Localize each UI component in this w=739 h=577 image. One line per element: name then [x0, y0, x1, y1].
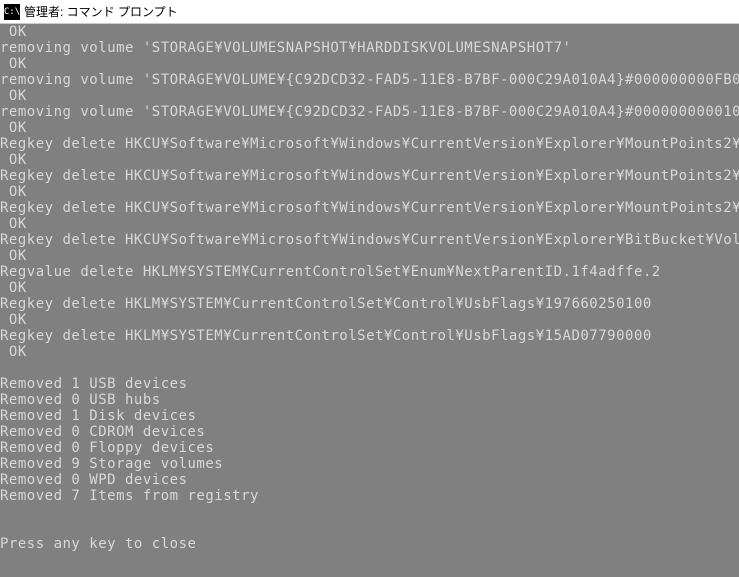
terminal-line: Removed 0 CDROM devices [0, 424, 739, 440]
terminal-line: Removed 0 WPD devices [0, 472, 739, 488]
cmd-icon: C:\ [4, 4, 20, 20]
terminal-line: OK [0, 24, 739, 40]
terminal-line: Removed 9 Storage volumes [0, 456, 739, 472]
terminal-line [0, 520, 739, 536]
terminal-line: removing volume 'STORAGE¥VOLUMESNAPSHOT¥… [0, 40, 739, 56]
terminal-line: removing volume 'STORAGE¥VOLUME¥{C92DCD3… [0, 72, 739, 88]
terminal-line: OK [0, 312, 739, 328]
terminal-output[interactable]: OKremoving volume 'STORAGE¥VOLUMESNAPSHO… [0, 24, 739, 577]
terminal-line: Removed 0 USB hubs [0, 392, 739, 408]
terminal-line: OK [0, 280, 739, 296]
terminal-line: Press any key to close [0, 536, 739, 552]
terminal-line: Removed 7 Items from registry [0, 488, 739, 504]
terminal-line: Regkey delete HKLM¥SYSTEM¥CurrentControl… [0, 328, 739, 344]
window-title: 管理者: コマンド プロンプト [24, 3, 178, 20]
terminal-line: OK [0, 152, 739, 168]
terminal-line: Removed 1 Disk devices [0, 408, 739, 424]
command-prompt-window: C:\ 管理者: コマンド プロンプト OKremoving volume 'S… [0, 0, 739, 577]
terminal-line: OK [0, 88, 739, 104]
terminal-line: Regkey delete HKCU¥Software¥Microsoft¥Wi… [0, 168, 739, 184]
terminal-line: Regkey delete HKCU¥Software¥Microsoft¥Wi… [0, 200, 739, 216]
terminal-line: Regkey delete HKCU¥Software¥Microsoft¥Wi… [0, 232, 739, 248]
terminal-line: OK [0, 248, 739, 264]
terminal-line: OK [0, 120, 739, 136]
terminal-line: OK [0, 184, 739, 200]
terminal-line: Regkey delete HKLM¥SYSTEM¥CurrentControl… [0, 296, 739, 312]
titlebar[interactable]: C:\ 管理者: コマンド プロンプト [0, 0, 739, 24]
terminal-line: OK [0, 56, 739, 72]
terminal-line: Regvalue delete HKLM¥SYSTEM¥CurrentContr… [0, 264, 739, 280]
terminal-line: removing volume 'STORAGE¥VOLUME¥{C92DCD3… [0, 104, 739, 120]
terminal-line: OK [0, 216, 739, 232]
terminal-line [0, 504, 739, 520]
terminal-line: Removed 1 USB devices [0, 376, 739, 392]
terminal-line [0, 360, 739, 376]
cmd-icon-text: C:\ [4, 7, 20, 17]
terminal-line: Regkey delete HKCU¥Software¥Microsoft¥Wi… [0, 136, 739, 152]
terminal-line: OK [0, 344, 739, 360]
terminal-line: Removed 0 Floppy devices [0, 440, 739, 456]
